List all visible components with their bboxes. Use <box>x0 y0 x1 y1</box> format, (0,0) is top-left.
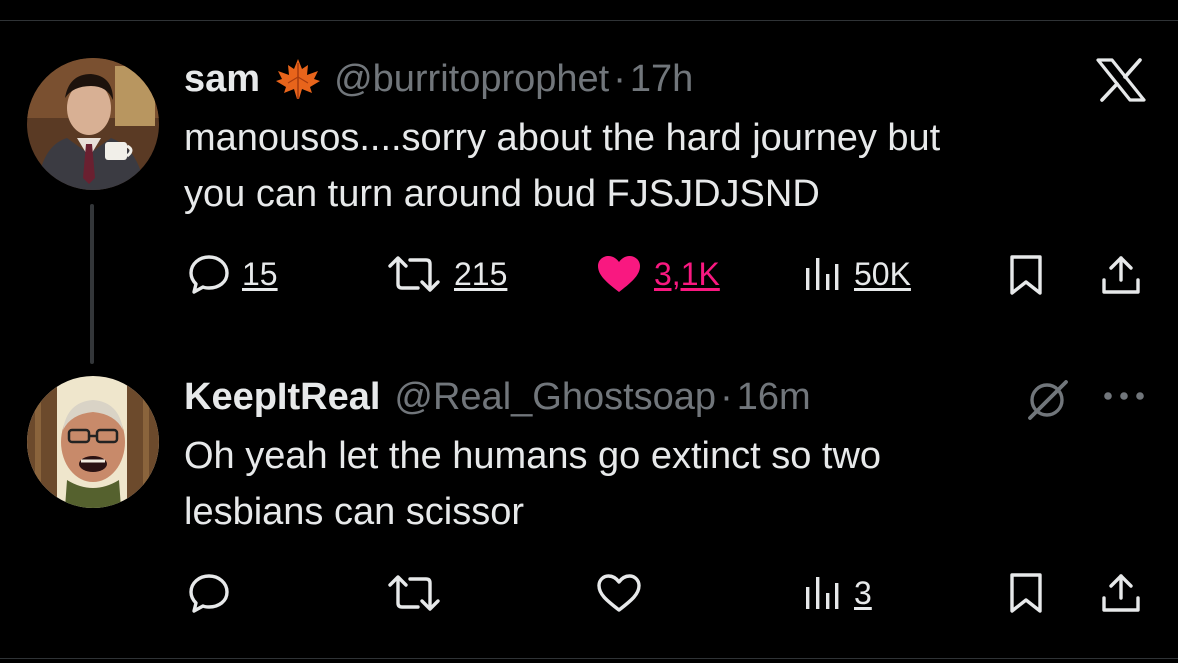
views-button[interactable]: 50K <box>802 254 911 294</box>
share-button[interactable] <box>1100 572 1142 619</box>
avatar-sam[interactable] <box>27 58 159 190</box>
repost-button[interactable] <box>386 573 442 613</box>
timestamp[interactable]: 17h <box>630 57 693 101</box>
top-divider <box>0 20 1178 21</box>
views-count: 50K <box>854 255 911 292</box>
speech-bubble-icon <box>189 574 229 613</box>
bar-chart-icon <box>806 577 839 609</box>
views-count: 3 <box>854 574 872 611</box>
bookmark-button[interactable] <box>1006 254 1046 301</box>
tweet-text-line: manousos....sorry about the hard journey… <box>184 117 941 159</box>
bookmark-icon <box>1010 255 1042 295</box>
tweet-text-line: you can turn around bud FJSJDJSND <box>184 173 820 215</box>
separator-dot: · <box>613 58 626 100</box>
parent-tweet-header: sam @burritoprophet · 17h <box>184 57 693 101</box>
bottom-divider <box>0 658 1178 659</box>
display-name[interactable]: KeepItReal <box>184 375 380 419</box>
share-upload-icon <box>1102 256 1140 294</box>
bar-chart-icon <box>806 258 839 290</box>
repost-button[interactable]: 215 <box>386 254 507 294</box>
repost-arrows-icon <box>388 256 440 292</box>
repost-arrows-icon <box>388 575 440 611</box>
like-count: 3,1K <box>654 255 720 292</box>
handle[interactable]: @Real_Ghostsoap <box>394 375 716 419</box>
bookmark-button[interactable] <box>1006 572 1046 619</box>
x-logo-icon[interactable] <box>1096 58 1146 107</box>
separator-dot: · <box>720 376 733 418</box>
repost-count: 215 <box>454 255 508 292</box>
reply-tweet-text: Oh yeah let the humans go extinct so two… <box>184 428 1114 540</box>
share-upload-icon <box>1102 574 1140 612</box>
reply-tweet-header: KeepItReal @Real_Ghostsoap · 16m <box>184 375 811 419</box>
reply-count: 15 <box>242 255 278 292</box>
timestamp[interactable]: 16m <box>737 375 811 419</box>
thread-connector-line <box>90 204 94 364</box>
speech-bubble-icon <box>189 255 229 294</box>
tweet-text-line: lesbians can scissor <box>184 491 525 533</box>
display-name[interactable]: sam <box>184 57 260 101</box>
parent-tweet-text: manousos....sorry about the hard journey… <box>184 110 1114 222</box>
reply-button[interactable] <box>188 573 230 613</box>
like-button[interactable]: 3,1K <box>596 254 720 294</box>
avatar-keepitreal[interactable] <box>27 376 159 508</box>
more-dots-icon[interactable] <box>1102 389 1146 408</box>
tweet-text-line: Oh yeah let the humans go extinct so two <box>184 435 882 477</box>
share-button[interactable] <box>1100 254 1142 301</box>
maple-leaf-emoji-icon <box>274 57 322 101</box>
heart-icon <box>597 574 641 612</box>
like-button[interactable] <box>596 573 642 613</box>
grok-slash-icon[interactable] <box>1026 378 1070 425</box>
views-button[interactable]: 3 <box>802 573 872 613</box>
reply-button[interactable]: 15 <box>188 254 278 294</box>
bookmark-icon <box>1010 573 1042 613</box>
heart-icon <box>598 256 640 292</box>
handle[interactable]: @burritoprophet <box>334 57 609 101</box>
